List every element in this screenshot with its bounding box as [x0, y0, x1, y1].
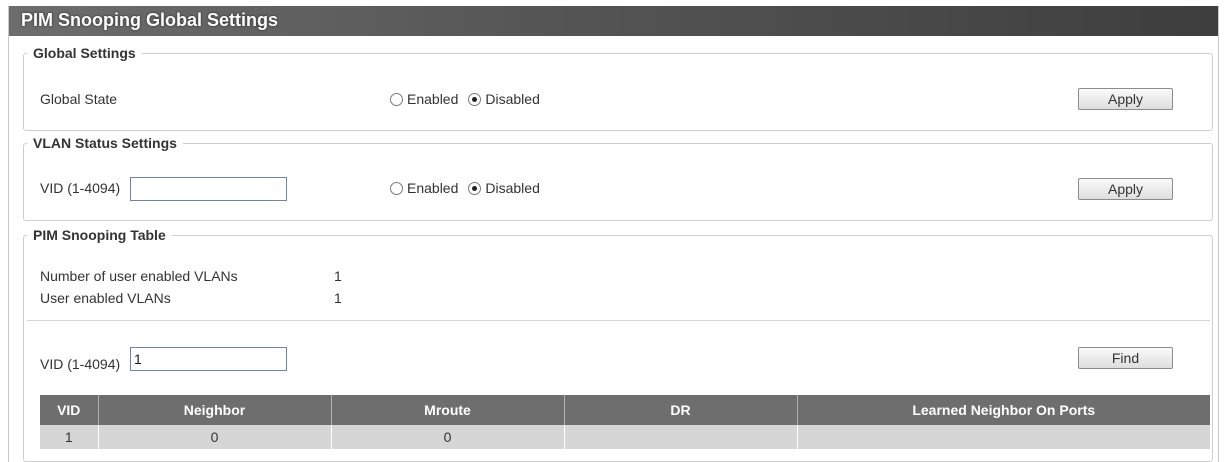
- cell-vid: 1: [40, 425, 99, 449]
- find-button[interactable]: Find: [1078, 347, 1173, 369]
- global-settings-section: Global Settings: [23, 45, 1213, 131]
- table-row: 1 0 0: [40, 425, 1210, 449]
- table-vid-input[interactable]: [130, 347, 287, 371]
- enabled-vlans-value: 1: [334, 290, 342, 306]
- column-header-mroute: Mroute: [331, 395, 565, 425]
- vlan-state-enabled-label: Enabled: [407, 180, 459, 196]
- column-header-dr: DR: [564, 395, 798, 425]
- global-state-enabled-radio[interactable]: [390, 92, 403, 106]
- vlan-state-disabled-label: Disabled: [485, 180, 540, 196]
- global-state-disabled-radio[interactable]: [468, 92, 482, 106]
- section-divider: [27, 320, 1210, 321]
- cell-mroute: 0: [331, 425, 565, 449]
- vlan-vid-input[interactable]: [130, 177, 287, 201]
- pim-snooping-table: VID Neighbor Mroute DR Learned Neighbor …: [40, 395, 1210, 449]
- vlan-vid-label: VID (1-4094): [40, 180, 121, 196]
- page-title: PIM Snooping Global Settings: [9, 6, 1218, 36]
- page-container: PIM Snooping Global Settings Global Sett…: [8, 6, 1219, 462]
- global-state-radio-group: Enabled Disabled: [390, 91, 550, 107]
- global-settings-legend: Global Settings: [33, 45, 136, 61]
- column-header-learned-neighbor-on-ports: Learned Neighbor On Ports: [797, 395, 1210, 425]
- global-apply-button[interactable]: Apply: [1078, 88, 1173, 110]
- num-enabled-vlans-label: Number of user enabled VLANs: [40, 268, 238, 284]
- pim-snooping-table-legend: PIM Snooping Table: [33, 227, 166, 243]
- column-header-vid: VID: [40, 395, 99, 425]
- vlan-status-legend: VLAN Status Settings: [33, 135, 177, 151]
- enabled-vlans-label: User enabled VLANs: [40, 290, 171, 306]
- table-vid-label: VID (1-4094): [40, 356, 121, 372]
- cell-learned-neighbor-on-ports: [797, 425, 1210, 449]
- global-state-enabled-label: Enabled: [407, 91, 459, 107]
- cell-dr: [564, 425, 798, 449]
- column-header-neighbor: Neighbor: [98, 395, 332, 425]
- vlan-state-radio-group: Enabled Disabled: [390, 180, 550, 196]
- cell-neighbor: 0: [98, 425, 332, 449]
- global-state-label: Global State: [40, 91, 118, 107]
- global-state-disabled-label: Disabled: [485, 91, 540, 107]
- vlan-state-disabled-radio[interactable]: [468, 181, 482, 195]
- vlan-apply-button[interactable]: Apply: [1078, 178, 1173, 200]
- num-enabled-vlans-value: 1: [334, 268, 342, 284]
- table-header-row: VID Neighbor Mroute DR Learned Neighbor …: [40, 395, 1210, 425]
- vlan-state-enabled-radio[interactable]: [390, 181, 403, 195]
